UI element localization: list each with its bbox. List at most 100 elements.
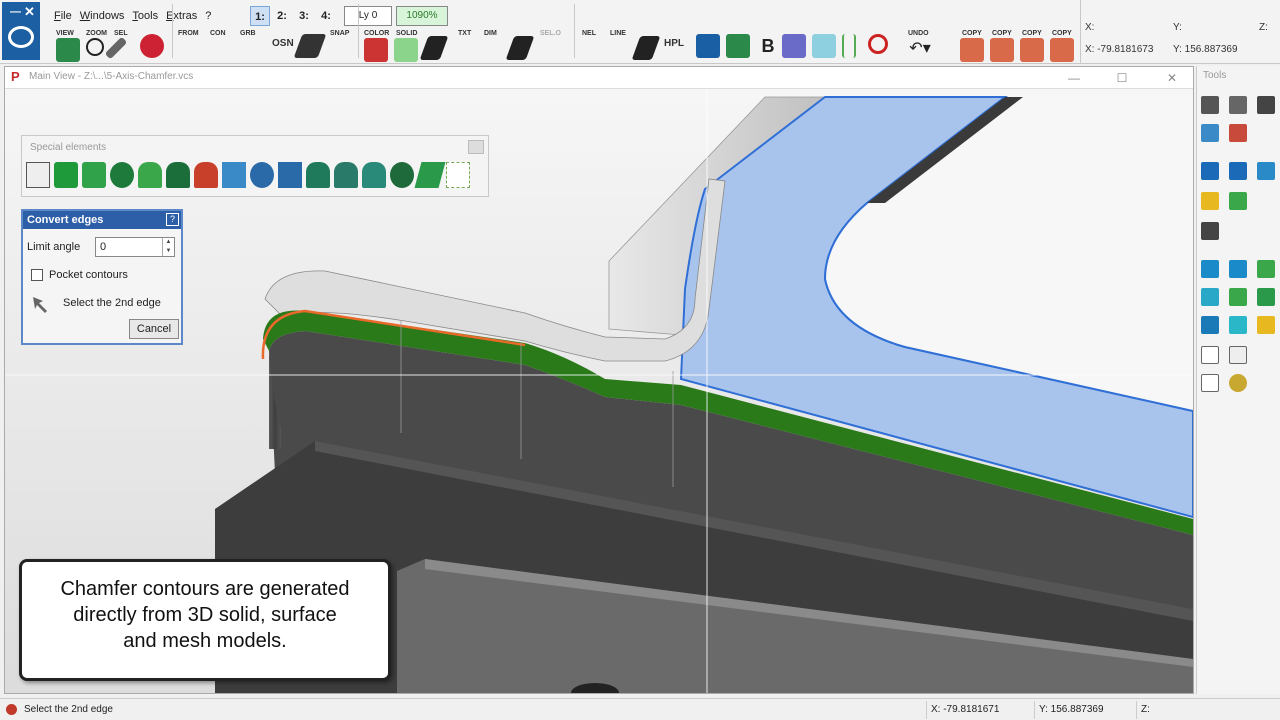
copy-2-icon[interactable] <box>990 38 1014 62</box>
tool-yellow-icon[interactable] <box>1201 192 1219 210</box>
pocket-contours-checkbox[interactable] <box>31 269 43 281</box>
grid-icon[interactable] <box>726 34 750 58</box>
help-button[interactable]: ? <box>166 213 179 226</box>
close-button[interactable]: ✕ <box>1159 68 1185 88</box>
line-icon[interactable] <box>631 36 661 60</box>
select-edge-prompt: Select the 2nd edge <box>63 297 161 309</box>
tool-tool-icon[interactable] <box>1229 96 1247 114</box>
bars-icon[interactable] <box>842 34 856 58</box>
spinner-icon[interactable]: ▲ ▼ <box>162 238 174 256</box>
zoom-field[interactable]: 1090% <box>396 6 448 26</box>
tool-row-2a-icon[interactable] <box>1201 288 1219 306</box>
maximize-button[interactable]: ☐ <box>1109 68 1135 88</box>
toolbar-separator <box>172 4 173 58</box>
tool-green-icon[interactable] <box>1229 192 1247 210</box>
status-message: Select the 2nd edge <box>24 704 113 715</box>
menu-tools[interactable]: Tools <box>128 6 162 26</box>
teal-dome-icon[interactable] <box>306 162 330 188</box>
cylinder-icon[interactable] <box>110 162 134 188</box>
copy-4-icon[interactable] <box>1050 38 1074 62</box>
cut-icon[interactable] <box>419 36 449 60</box>
select-all-icon[interactable] <box>140 34 164 58</box>
close-icon[interactable] <box>468 140 484 154</box>
toolbar-label-solid: SOLID <box>396 30 418 37</box>
tool-row-1c-icon[interactable] <box>1257 260 1275 278</box>
red-dome-icon[interactable] <box>194 162 218 188</box>
teal-cap-icon[interactable] <box>362 162 386 188</box>
tool-blue-2-icon[interactable] <box>1229 162 1247 180</box>
menu-windows[interactable]: Windows <box>76 6 129 26</box>
tool-blue-3-icon[interactable] <box>1257 162 1275 180</box>
tool-grid-icon[interactable] <box>1229 346 1247 364</box>
toolbar-label-copy2: COPY <box>992 30 1012 37</box>
sphere-icon[interactable] <box>390 162 414 188</box>
tool-row-3a-icon[interactable] <box>1201 316 1219 334</box>
view-tab-2[interactable]: 2: <box>272 6 292 26</box>
close-icon: ✕ <box>24 4 35 19</box>
copy-3-icon[interactable] <box>1020 38 1044 62</box>
main-view-titlebar: P Main View - Z:\...\5-Axis-Chamfer.vcs … <box>5 67 1193 89</box>
tool-row-3b-icon[interactable] <box>1229 316 1247 334</box>
undo-icon[interactable]: ↶▾ <box>908 38 932 62</box>
layer-field[interactable]: Ly 0 <box>344 6 392 26</box>
cancel-button[interactable]: Cancel <box>129 319 179 339</box>
copy-1-icon[interactable] <box>960 38 984 62</box>
convert-edges-panel: Convert edges ? Limit angle 0 ▲ ▼ Pocket … <box>21 209 183 345</box>
no-entry-icon[interactable] <box>868 34 888 54</box>
zoom-icon[interactable] <box>86 38 104 56</box>
blue-cube-icon[interactable] <box>278 162 302 188</box>
tool-row-3c-icon[interactable] <box>1257 316 1275 334</box>
tool-row-1a-icon[interactable] <box>1201 260 1219 278</box>
tool-bee-icon[interactable] <box>1229 374 1247 392</box>
app-logo[interactable]: — ✕ <box>2 2 40 60</box>
blue-box-icon[interactable] <box>222 162 246 188</box>
trim-icon[interactable] <box>505 36 535 60</box>
view-tab-4[interactable]: 4: <box>316 6 336 26</box>
tool-row-1b-icon[interactable] <box>1229 260 1247 278</box>
ramp-icon[interactable] <box>414 162 446 188</box>
view-icon[interactable] <box>56 38 80 62</box>
minimize-button[interactable]: — <box>1061 68 1087 88</box>
osnap-icon[interactable] <box>293 34 327 58</box>
tool-pin-icon[interactable] <box>1201 124 1219 142</box>
tool-row-2b-icon[interactable] <box>1229 288 1247 306</box>
wave-icon[interactable] <box>812 34 836 58</box>
tool-dark-icon[interactable] <box>1201 222 1219 240</box>
layers-icon[interactable] <box>782 34 806 58</box>
toolbar-separator <box>358 4 359 58</box>
status-x-coord: X: -79.8181671 <box>926 701 1024 719</box>
tool-list-icon[interactable] <box>1201 374 1219 392</box>
dome-icon[interactable] <box>138 162 162 188</box>
menu-file[interactable]: File <box>50 6 76 26</box>
tool-doc-icon[interactable] <box>1201 346 1219 364</box>
mesh-icon[interactable] <box>446 162 470 188</box>
y-coord-label: Y: <box>1173 22 1182 33</box>
toolbar-label-color: COLOR <box>364 30 390 37</box>
toolbar-label-grb: GRB <box>240 30 256 37</box>
select-edge-icon <box>33 297 47 313</box>
3d-viewport[interactable]: Special elements Convert edges ? Limit a… <box>5 89 1193 693</box>
color-icon[interactable] <box>364 38 388 62</box>
solid-icon[interactable] <box>394 38 418 62</box>
cube-icon[interactable] <box>82 162 106 188</box>
blue-cylinder-icon[interactable] <box>250 162 274 188</box>
limit-angle-input[interactable]: 0 ▲ ▼ <box>95 237 175 257</box>
view-tab-1[interactable]: 1: <box>250 6 270 26</box>
hpgl-icon[interactable] <box>696 34 720 58</box>
tool-blue-1-icon[interactable] <box>1201 162 1219 180</box>
box-icon[interactable] <box>54 162 78 188</box>
select-icon[interactable] <box>104 36 128 60</box>
tools-title: Tools <box>1203 70 1227 81</box>
bold-icon[interactable]: B <box>756 34 780 58</box>
tool-fan-icon[interactable] <box>1229 124 1247 142</box>
tool-drill-icon[interactable] <box>1201 96 1219 114</box>
menu-help[interactable]: ? <box>201 6 215 26</box>
view-tab-3[interactable]: 3: <box>294 6 314 26</box>
tool-row-2c-icon[interactable] <box>1257 288 1275 306</box>
element-outline-icon[interactable] <box>26 162 50 188</box>
main-view-title: Main View - Z:\...\5-Axis-Chamfer.vcs <box>29 71 194 82</box>
menu-extras[interactable]: Extras <box>162 6 201 26</box>
teal-arch-icon[interactable] <box>334 162 358 188</box>
tool-hammer-icon[interactable] <box>1257 96 1275 114</box>
arch-icon[interactable] <box>166 162 190 188</box>
